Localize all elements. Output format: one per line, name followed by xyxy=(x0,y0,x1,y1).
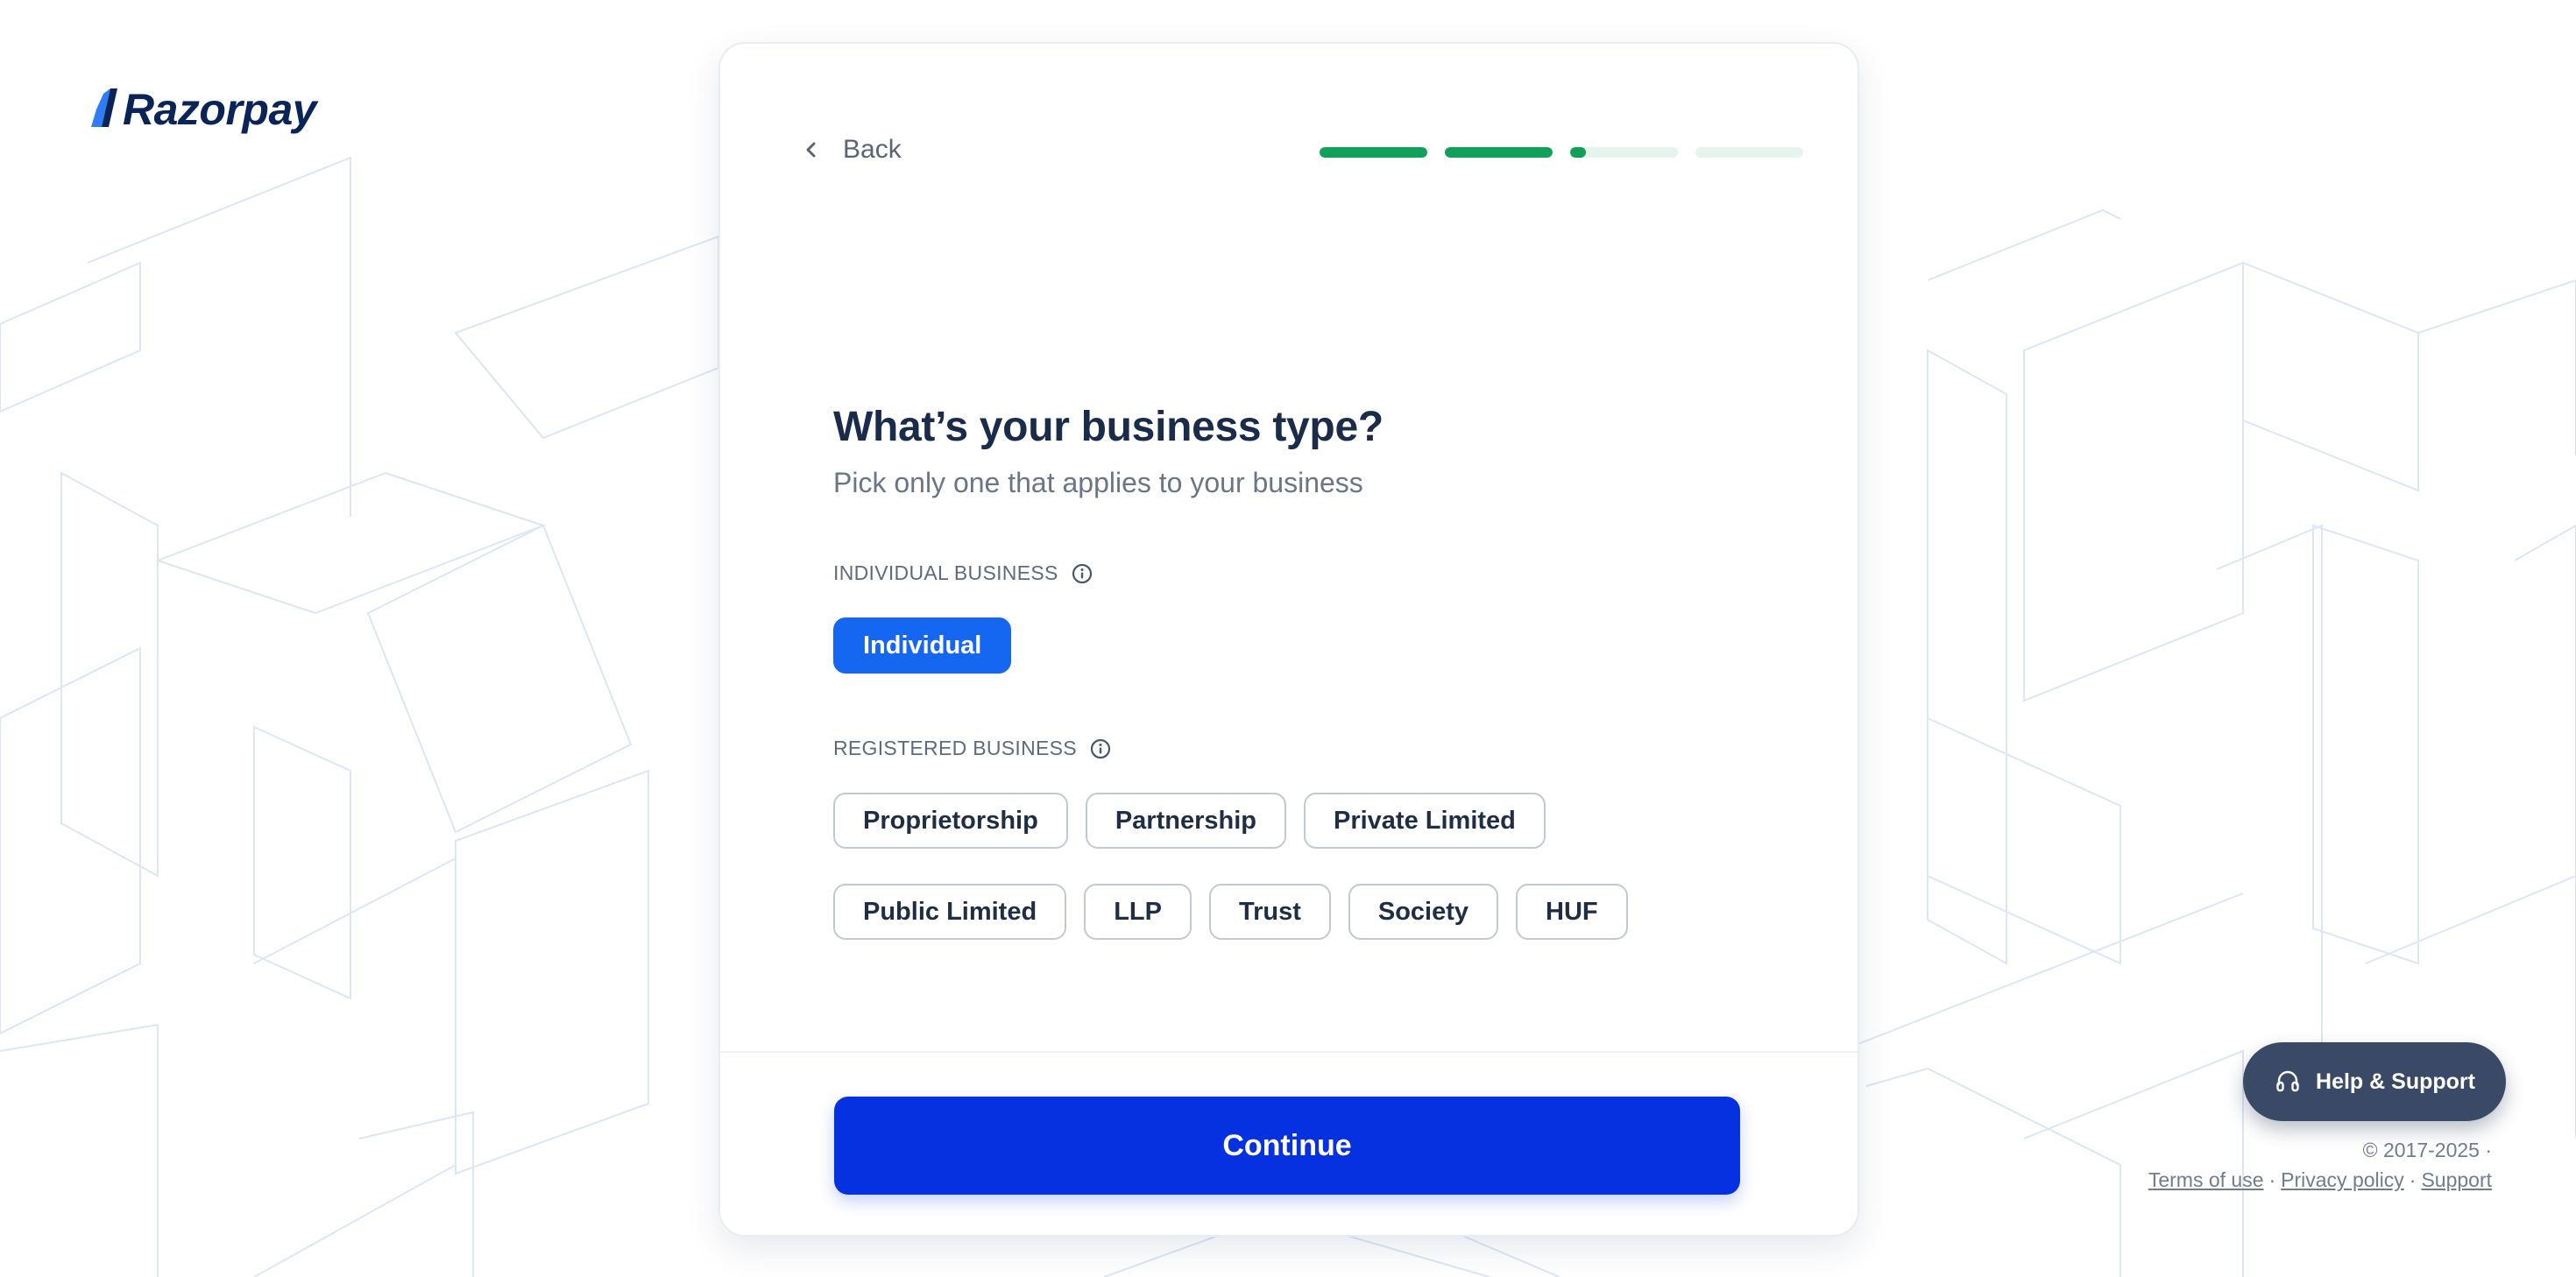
terms-link[interactable]: Terms of use xyxy=(2148,1168,2264,1191)
progress-step-1 xyxy=(1320,147,1427,158)
option-partnership[interactable]: Partnership xyxy=(1085,793,1286,849)
option-individual[interactable]: Individual xyxy=(833,617,1012,674)
onboarding-page: Razorpay Back What’s your business type?… xyxy=(0,0,2576,1277)
copyright-text: © 2017-2025 · xyxy=(2362,1139,2492,1161)
back-button[interactable]: Back xyxy=(799,135,902,165)
step-progress xyxy=(1320,147,1803,158)
option-public-limited[interactable]: Public Limited xyxy=(833,884,1067,940)
support-link[interactable]: Support xyxy=(2421,1168,2492,1191)
business-type-form: What’s your business type? Pick only one… xyxy=(833,399,1744,940)
card-footer: Continue xyxy=(720,1051,1858,1235)
razorpay-logo[interactable]: Razorpay xyxy=(84,81,317,138)
individual-options: Individual xyxy=(833,617,1012,674)
help-support-label: Help & Support xyxy=(2316,1069,2475,1094)
page-title: What’s your business type? xyxy=(833,404,1384,450)
separator: · xyxy=(2268,1168,2276,1191)
headphones-icon xyxy=(2276,1070,2299,1092)
progress-step-2 xyxy=(1445,147,1553,158)
legal-footer: © 2017-2025 · Terms of use · Privacy polic… xyxy=(2148,1135,2492,1195)
registered-options-row-2: Public Limited LLP Trust Society HUF xyxy=(833,884,1628,940)
chevron-left-icon xyxy=(806,142,816,158)
individual-business-heading: INDIVIDUAL BUSINESS xyxy=(833,561,1093,585)
continue-button[interactable]: Continue xyxy=(834,1097,1740,1195)
back-label: Back xyxy=(843,135,902,164)
privacy-link[interactable]: Privacy policy xyxy=(2281,1168,2404,1191)
progress-step-3 xyxy=(1570,147,1678,158)
info-icon[interactable] xyxy=(1071,562,1093,585)
option-trust[interactable]: Trust xyxy=(1208,884,1331,940)
registered-options-row-1: Proprietorship Partnership Private Limit… xyxy=(833,793,1546,849)
option-private-limited[interactable]: Private Limited xyxy=(1303,793,1546,849)
option-proprietorship[interactable]: Proprietorship xyxy=(833,793,1068,849)
razorpay-logo-mark-icon xyxy=(91,88,117,127)
page-subtitle: Pick only one that applies to your busin… xyxy=(833,467,1363,498)
separator: · xyxy=(2409,1168,2417,1191)
registered-business-label: REGISTERED BUSINESS xyxy=(833,737,1077,759)
option-society[interactable]: Society xyxy=(1348,884,1499,940)
help-support-button[interactable]: Help & Support xyxy=(2243,1042,2506,1121)
individual-business-label: INDIVIDUAL BUSINESS xyxy=(833,561,1058,584)
option-huf[interactable]: HUF xyxy=(1516,884,1628,940)
registered-business-heading: REGISTERED BUSINESS xyxy=(833,737,1112,760)
card-header: Back xyxy=(720,44,1858,184)
progress-step-4 xyxy=(1695,147,1803,158)
legal-links: Terms of use · Privacy policy · Support xyxy=(2148,1165,2492,1195)
logo-wordmark: Razorpay xyxy=(123,85,317,134)
info-icon[interactable] xyxy=(1089,737,1112,760)
business-type-card: Back What’s your business type? Pick onl… xyxy=(718,42,1859,1237)
option-llp[interactable]: LLP xyxy=(1084,884,1192,940)
